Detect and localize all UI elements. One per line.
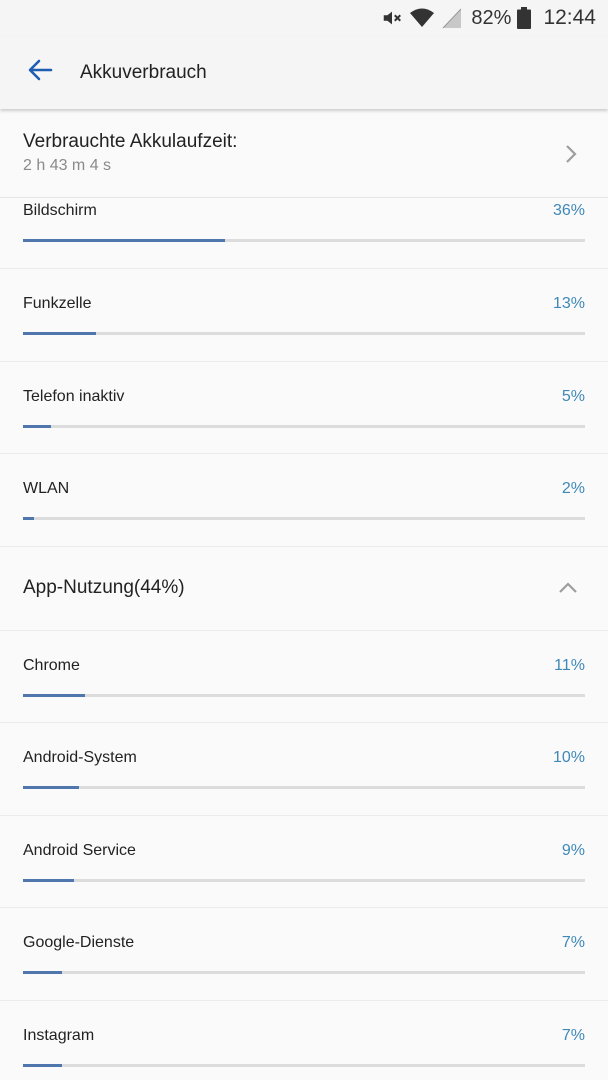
- battery-usage-list: Verbrauchte Akkulaufzeit: 2 h 43 m 4 s B…: [0, 109, 608, 1080]
- usage-row-wlan[interactable]: WLAN 2%: [0, 454, 608, 547]
- usage-bar-fill: [23, 517, 35, 520]
- usage-bar: [23, 332, 585, 335]
- app-row-android-service[interactable]: Android Service 9%: [0, 816, 608, 908]
- status-bar: 82% 12:44: [0, 0, 608, 36]
- app-bar: Akkuverbrauch: [0, 36, 608, 109]
- usage-bar-fill: [23, 786, 80, 789]
- usage-label: Android Service: [23, 841, 136, 859]
- usage-bar: [23, 971, 585, 974]
- usage-row-idle[interactable]: Telefon inaktiv 5%: [0, 362, 608, 454]
- usage-bar-fill: [23, 332, 97, 335]
- clock: 12:44: [543, 6, 596, 29]
- usage-bar-fill: [23, 1063, 63, 1067]
- usage-percent: 5%: [561, 387, 585, 405]
- usage-percent: 7%: [561, 1026, 585, 1044]
- usage-row-screen[interactable]: Bildschirm 36%: [0, 198, 608, 269]
- usage-percent: 11%: [554, 656, 585, 674]
- usage-bar: [23, 1063, 585, 1067]
- chevron-right-icon: [564, 143, 578, 170]
- usage-bar: [23, 693, 585, 697]
- usage-percent: 10%: [552, 749, 585, 766]
- page-title: Akkuverbrauch: [80, 61, 207, 83]
- usage-percent: 9%: [561, 841, 585, 859]
- app-usage-header[interactable]: App-Nutzung(44%): [0, 547, 608, 631]
- usage-percent: 7%: [561, 934, 585, 951]
- summary-value: 2 h 43 m 4 s: [23, 157, 112, 174]
- usage-bar: [23, 424, 585, 428]
- usage-label: Android-System: [23, 749, 137, 766]
- battery-time-summary[interactable]: Verbrauchte Akkulaufzeit: 2 h 43 m 4 s: [0, 109, 608, 198]
- section-title: App-Nutzung(44%): [23, 576, 185, 598]
- chevron-up-icon: [558, 581, 578, 600]
- usage-label: WLAN: [23, 480, 70, 497]
- usage-label: Funkzelle: [23, 295, 92, 312]
- battery-percentage: 82%: [471, 6, 512, 29]
- summary-title: Verbrauchte Akkulaufzeit:: [23, 131, 238, 152]
- usage-label: Chrome: [23, 656, 80, 674]
- usage-bar-fill: [23, 971, 63, 974]
- usage-label: Telefon inaktiv: [23, 387, 125, 405]
- usage-bar-fill: [23, 878, 74, 882]
- app-row-android-system[interactable]: Android-System 10%: [0, 723, 608, 816]
- usage-bar: [23, 878, 585, 882]
- usage-bar-fill: [23, 239, 226, 242]
- signal-icon: [441, 7, 463, 29]
- usage-percent: 2%: [561, 480, 585, 497]
- battery-icon: [517, 7, 532, 29]
- usage-bar: [23, 786, 585, 789]
- app-row-chrome[interactable]: Chrome 11%: [0, 631, 608, 723]
- app-row-google-services[interactable]: Google-Dienste 7%: [0, 908, 608, 1001]
- usage-bar: [23, 517, 585, 520]
- back-button[interactable]: [0, 36, 80, 109]
- arrow-left-icon: [27, 57, 53, 88]
- usage-label: Google-Dienste: [23, 934, 135, 951]
- usage-percent: 36%: [552, 202, 585, 219]
- usage-bar-fill: [23, 424, 52, 428]
- usage-bar-fill: [23, 693, 85, 697]
- usage-label: Bildschirm: [23, 202, 97, 219]
- usage-row-cell[interactable]: Funkzelle 13%: [0, 269, 608, 362]
- app-row-instagram[interactable]: Instagram 7%: [0, 1001, 608, 1080]
- usage-bar: [23, 239, 585, 242]
- usage-label: Instagram: [23, 1026, 95, 1044]
- mute-icon: [381, 7, 403, 29]
- wifi-icon: [409, 7, 435, 29]
- usage-percent: 13%: [552, 295, 585, 312]
